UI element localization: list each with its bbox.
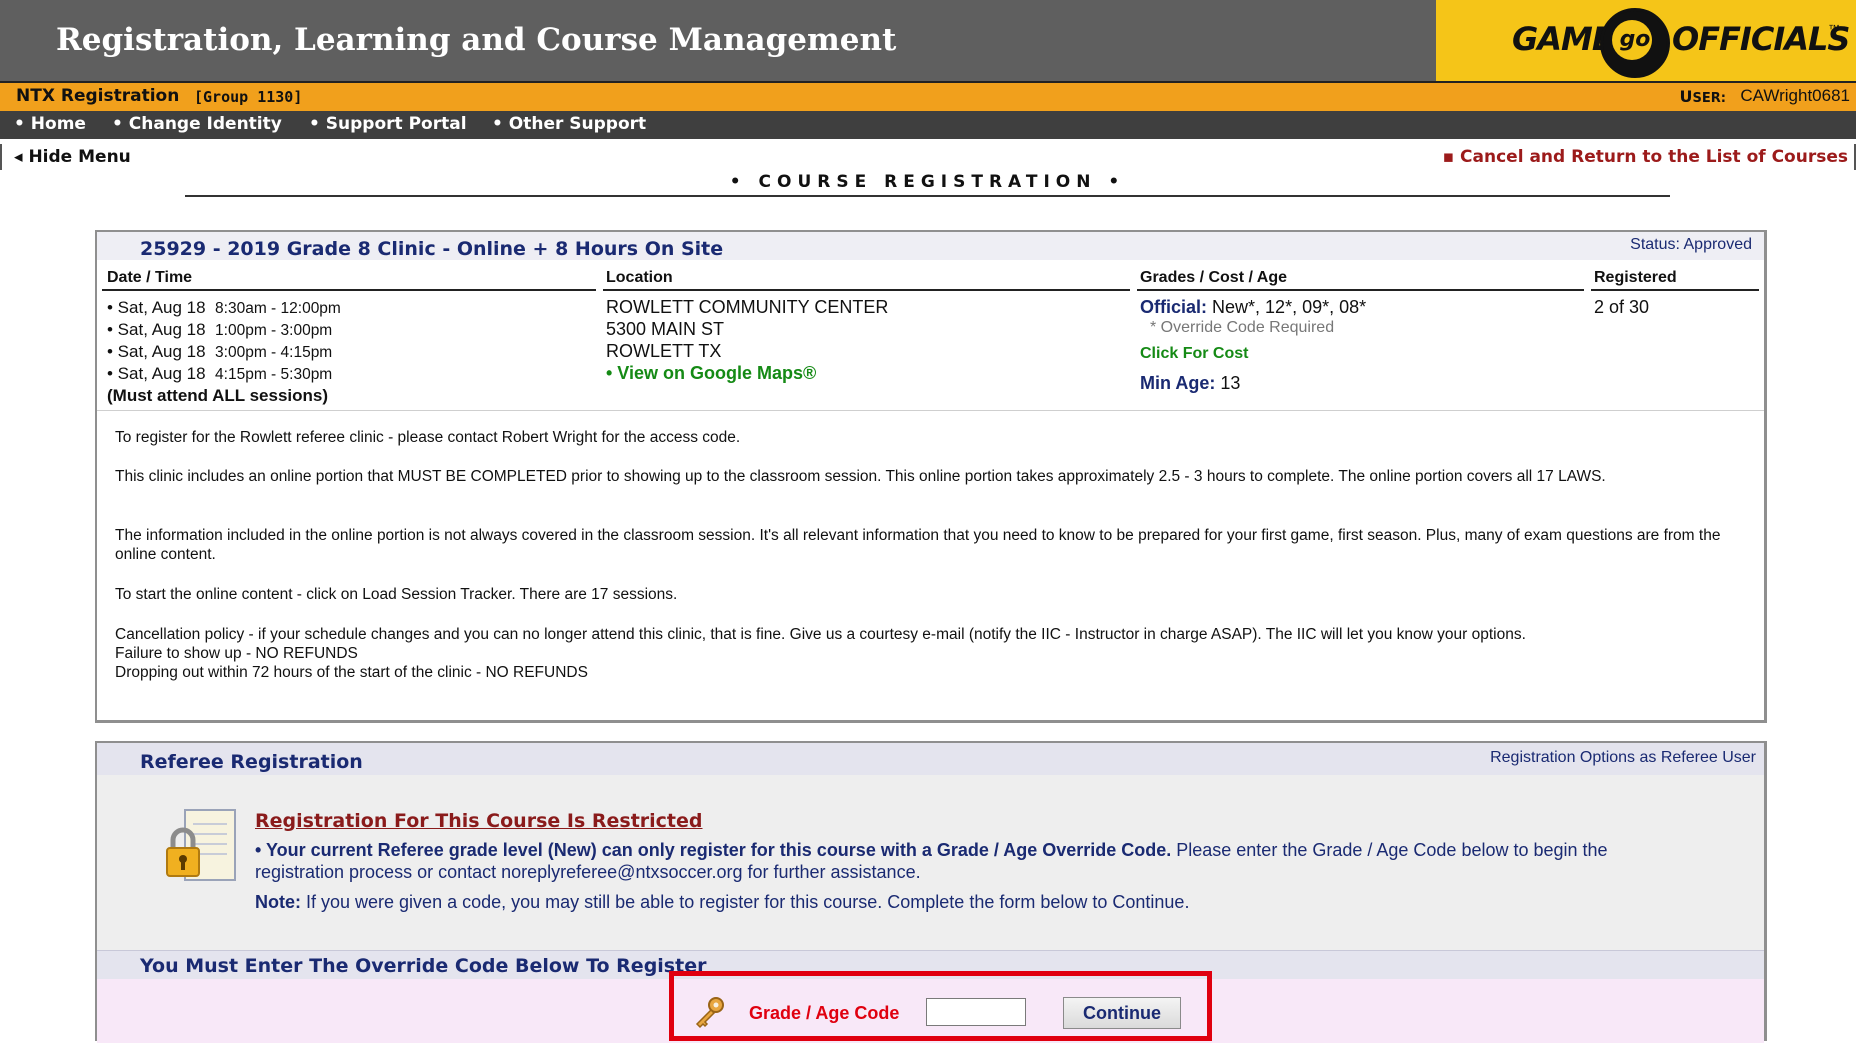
- location-name: ROWLETT COMMUNITY CENTER: [606, 297, 889, 317]
- key-icon: [695, 997, 724, 1029]
- restriction-message: • Your current Referee grade level (New)…: [255, 840, 1608, 882]
- hide-menu-link[interactable]: ◂ Hide Menu: [14, 147, 131, 167]
- description-paragraph: To start the online content - click on L…: [115, 586, 678, 603]
- click-for-cost-link[interactable]: Click For Cost: [1140, 345, 1248, 363]
- section-divider: [97, 410, 1764, 411]
- app-title: Registration, Learning and Course Manage…: [56, 22, 897, 58]
- restriction-note: Note: If you were given a code, you may …: [255, 892, 1190, 912]
- session-row: • Sat, Aug 18 3:00pm - 4:15pm: [107, 342, 333, 361]
- user-label: USER:: [1679, 87, 1726, 106]
- col-header-date: Date / Time: [107, 269, 193, 286]
- logo-word-left: GAME: [1512, 20, 1614, 58]
- cancel-return-link[interactable]: ▪ Cancel and Return to the List of Cours…: [1443, 147, 1848, 167]
- description-paragraph: Failure to show up - NO REFUNDS: [115, 645, 358, 662]
- logo-tm: ™: [1828, 22, 1840, 36]
- description-paragraph: Cancellation policy - if your schedule c…: [115, 626, 1526, 643]
- official-grades: Official: New*, 12*, 09*, 08*: [1140, 297, 1367, 317]
- nav-other-support[interactable]: • Other Support: [492, 114, 646, 134]
- logo-mark: go: [1600, 8, 1670, 78]
- col-header-location: Location: [606, 269, 673, 286]
- nav-home[interactable]: • Home: [14, 114, 86, 134]
- description-paragraph: Dropping out within 72 hours of the star…: [115, 664, 588, 681]
- brand-logo: GAME go OFFICIALS ™: [1436, 0, 1856, 81]
- continue-button[interactable]: Continue: [1063, 997, 1181, 1029]
- locked-document-icon: [166, 809, 236, 881]
- nav-support-portal[interactable]: • Support Portal: [309, 114, 467, 134]
- page-title: • COURSE REGISTRATION •: [729, 172, 1126, 192]
- description-paragraph: To register for the Rowlett referee clin…: [115, 429, 741, 446]
- col-header-grades: Grades / Cost / Age: [1140, 269, 1287, 286]
- course-title: 25929 - 2019 Grade 8 Clinic - Online + 8…: [140, 238, 724, 260]
- title-divider: [185, 195, 1670, 197]
- must-attend-note: (Must attend ALL sessions): [107, 386, 329, 405]
- session-row: • Sat, Aug 18 8:30am - 12:00pm: [107, 298, 341, 317]
- grade-age-code-label: Grade / Age Code: [749, 1003, 900, 1023]
- logo-mark-text: go: [1619, 27, 1651, 52]
- logo-word-right: OFFICIALS: [1672, 20, 1850, 58]
- referee-title: Referee Registration: [140, 751, 363, 773]
- group-label: [Group 1130]: [194, 88, 303, 106]
- registration-options-link[interactable]: Registration Options as Referee User: [1490, 749, 1756, 767]
- referee-header: Referee Registration Registration Option…: [97, 743, 1764, 775]
- col-header-registered: Registered: [1594, 269, 1677, 286]
- app-context-label: NTX Registration: [16, 86, 180, 106]
- course-info-panel: 25929 - 2019 Grade 8 Clinic - Online + 8…: [95, 230, 1767, 723]
- nav-change-identity[interactable]: • Change Identity: [112, 114, 282, 134]
- restricted-title: Registration For This Course Is Restrict…: [255, 810, 703, 832]
- menu-toolbar: ◂ Hide Menu ▪ Cancel and Return to the L…: [0, 144, 1856, 170]
- context-bar: NTX Registration [Group 1130] USER: CAWr…: [0, 81, 1856, 111]
- location-street: 5300 MAIN ST: [606, 319, 725, 339]
- main-nav: • Home • Change Identity • Support Porta…: [0, 111, 1856, 139]
- location-city: ROWLETT TX: [606, 341, 722, 361]
- description-paragraph: This clinic includes an online portion t…: [115, 468, 1606, 485]
- registered-count: 2 of 30: [1594, 297, 1650, 317]
- min-age: Min Age: 13: [1140, 373, 1241, 393]
- google-maps-link[interactable]: • View on Google Maps®: [606, 363, 816, 384]
- course-header: 25929 - 2019 Grade 8 Clinic - Online + 8…: [97, 232, 1764, 260]
- override-instruction: You Must Enter The Override Code Below T…: [140, 955, 707, 977]
- override-note: * Override Code Required: [1150, 319, 1335, 336]
- description-paragraph: The information included in the online p…: [115, 527, 1721, 563]
- grade-age-code-input[interactable]: [926, 998, 1026, 1026]
- course-status: Status: Approved: [1630, 236, 1752, 253]
- session-row: • Sat, Aug 18 4:15pm - 5:30pm: [107, 364, 333, 383]
- user-value: CAWright0681: [1740, 86, 1850, 105]
- session-row: • Sat, Aug 18 1:00pm - 3:00pm: [107, 320, 333, 339]
